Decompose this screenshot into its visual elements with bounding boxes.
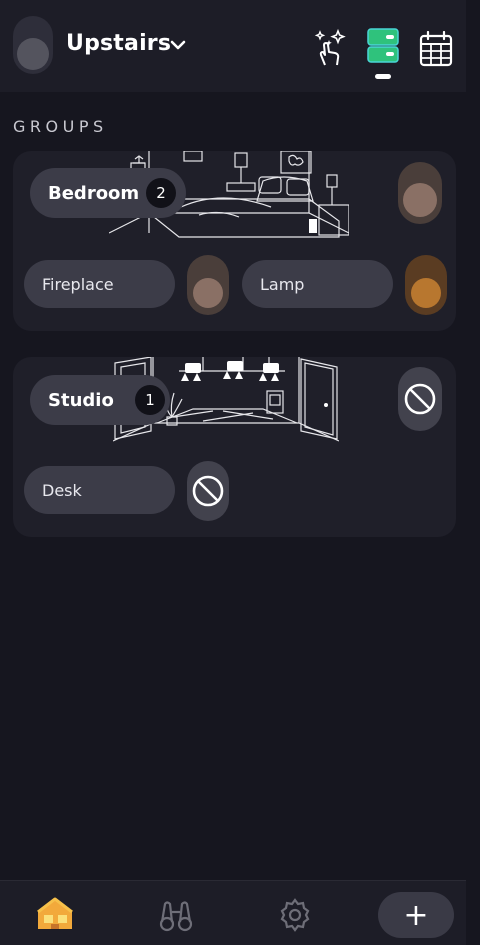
zone-master-toggle[interactable] (13, 16, 53, 74)
sparkle-tap-icon[interactable] (312, 28, 350, 68)
bridge-icon[interactable] (366, 27, 400, 65)
toggle-knob (193, 278, 223, 308)
unreachable-icon (192, 475, 224, 507)
toggle-knob (17, 38, 49, 70)
light-count-badge: 2 (146, 178, 176, 208)
light-toggle-lamp[interactable] (405, 255, 447, 315)
home-icon[interactable] (35, 897, 75, 931)
light-toggle-fireplace[interactable] (187, 255, 229, 315)
group-pill-bedroom[interactable]: Bedroom 2 (30, 168, 186, 218)
light-pill-fireplace[interactable]: Fireplace (24, 260, 175, 308)
group-toggle-studio[interactable] (398, 367, 442, 431)
chevron-down-icon[interactable] (170, 39, 186, 51)
top-bar: Upstairs (0, 0, 466, 92)
toggle-knob (411, 278, 441, 308)
light-pill-desk[interactable]: Desk (24, 466, 175, 514)
unreachable-icon (404, 383, 436, 415)
light-count-badge: 1 (135, 385, 165, 415)
light-name: Lamp (260, 274, 305, 294)
group-card-bedroom[interactable]: Bedroom 2 Fireplace Lamp (13, 151, 456, 331)
groups-section-label: GROUPS (13, 117, 108, 136)
group-card-studio[interactable]: Studio 1 Desk (13, 357, 456, 537)
group-name: Bedroom (48, 182, 140, 204)
add-button[interactable]: + (378, 892, 454, 938)
active-tab-indicator (375, 74, 391, 79)
group-toggle-bedroom[interactable] (398, 162, 442, 224)
toggle-knob (403, 183, 437, 217)
group-pill-studio[interactable]: Studio 1 (30, 375, 170, 425)
zone-title[interactable]: Upstairs (66, 31, 171, 56)
group-name: Studio (48, 389, 114, 411)
settings-icon[interactable] (278, 898, 312, 932)
light-name: Fireplace (42, 274, 114, 294)
light-toggle-desk[interactable] (187, 461, 229, 521)
calendar-icon[interactable] (419, 31, 453, 67)
light-pill-lamp[interactable]: Lamp (242, 260, 393, 308)
light-name: Desk (42, 480, 82, 500)
explore-icon[interactable] (159, 898, 193, 932)
